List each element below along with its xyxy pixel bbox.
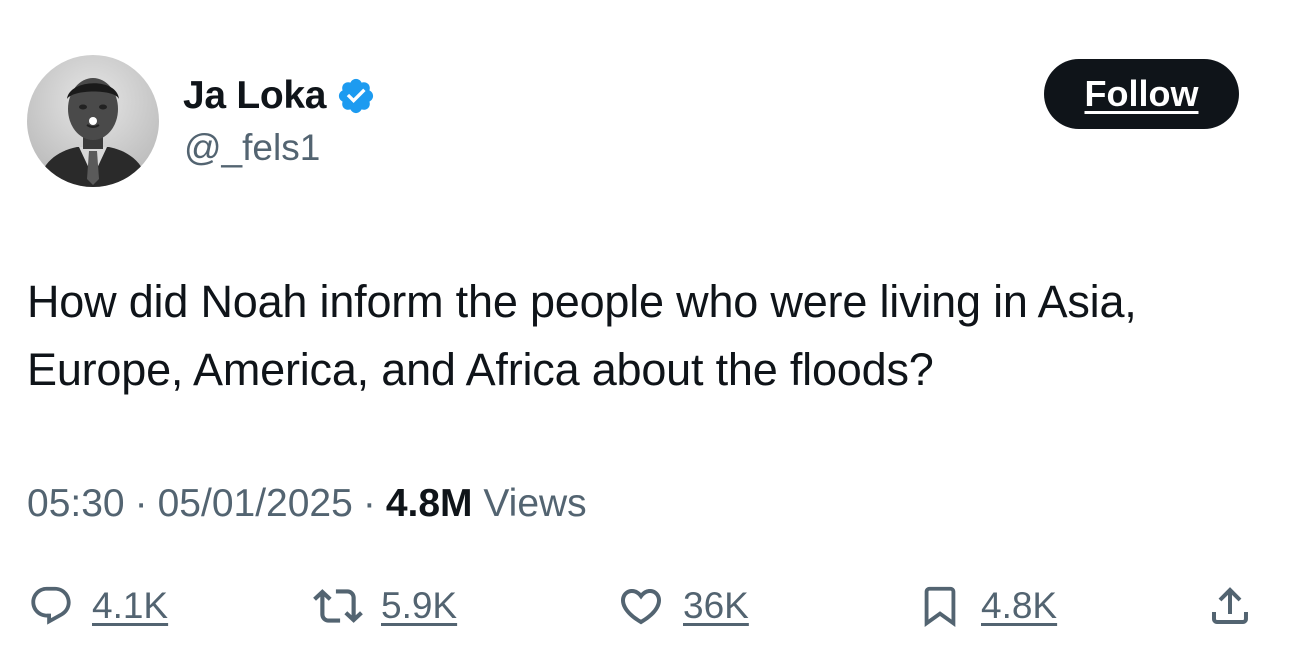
separator-dot: ·: [134, 482, 148, 525]
bookmark-button[interactable]: 4.8K: [917, 578, 1057, 634]
reply-icon: [31, 586, 71, 625]
verified-badge-icon: [339, 78, 374, 114]
retweet-icon: [313, 589, 363, 623]
share-icon: [1212, 587, 1248, 624]
like-button[interactable]: 36K: [617, 578, 749, 634]
bookmark-count[interactable]: 4.8K: [981, 585, 1057, 627]
author-name-row: Ja Loka: [183, 70, 376, 122]
author-handle[interactable]: @_fels1: [184, 127, 320, 169]
reply-count[interactable]: 4.1K: [92, 585, 168, 627]
views-count: 4.8M: [385, 482, 473, 525]
reply-button[interactable]: 4.1K: [28, 578, 168, 634]
like-count[interactable]: 36K: [683, 585, 749, 627]
avatar-photo: [27, 55, 159, 187]
tweet-date[interactable]: 05/01/2025: [158, 482, 353, 525]
tweet-meta: 05:30 · 05/01/2025 · 4.8M Views: [27, 478, 587, 530]
bookmark-icon: [924, 586, 956, 627]
views-label: Views: [483, 482, 587, 525]
share-button[interactable]: [1206, 578, 1254, 634]
retweet-count[interactable]: 5.9K: [381, 585, 457, 627]
follow-button[interactable]: Follow: [1044, 59, 1239, 129]
tweet-time[interactable]: 05:30: [27, 482, 125, 525]
avatar[interactable]: [27, 55, 159, 187]
retweet-button[interactable]: 5.9K: [313, 578, 457, 634]
separator-dot: ·: [362, 482, 376, 525]
tweet-text: How did Noah inform the people who were …: [27, 276, 1137, 395]
author-display-name[interactable]: Ja Loka: [183, 74, 326, 118]
heart-icon: [620, 589, 662, 625]
